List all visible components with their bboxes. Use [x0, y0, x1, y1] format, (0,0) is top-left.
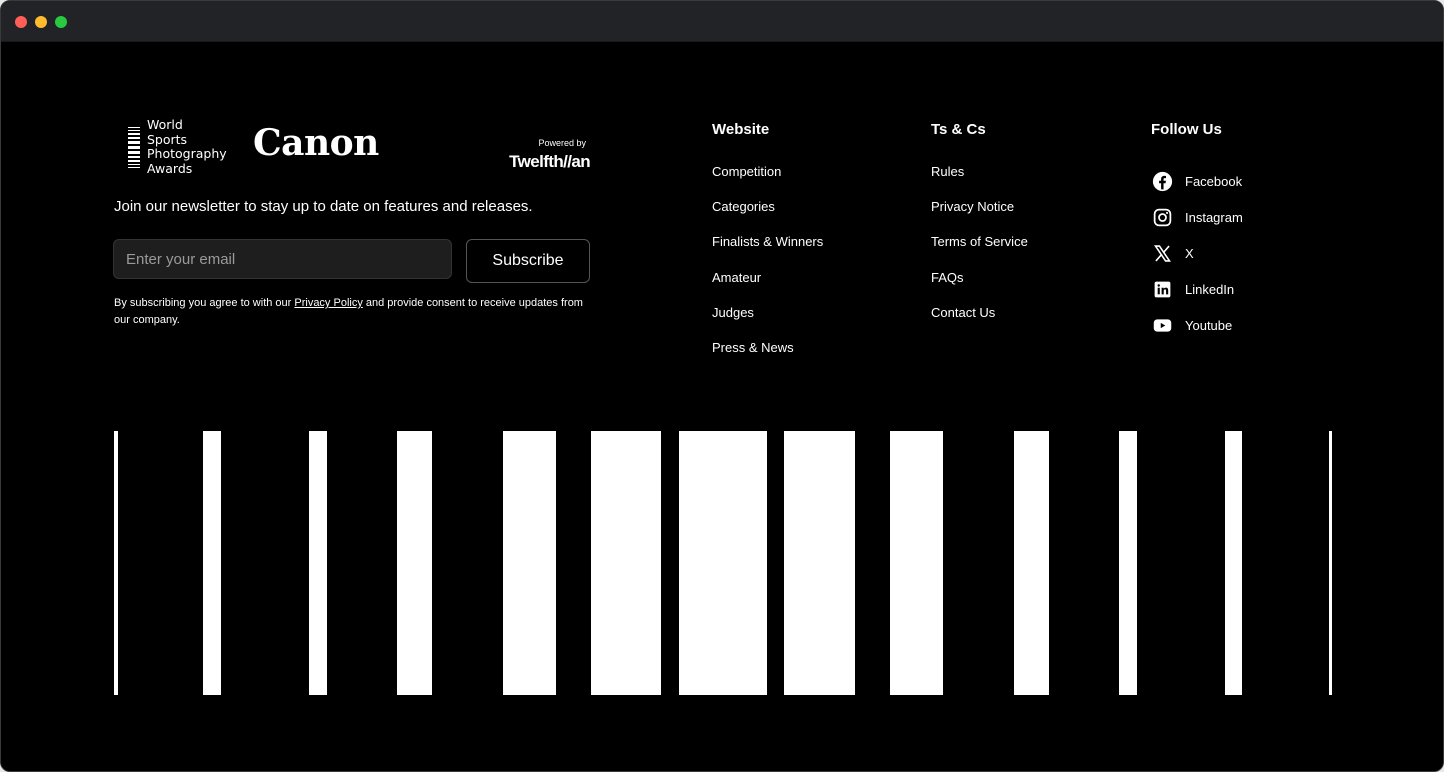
barcode-bar — [114, 431, 118, 695]
barcode-bar — [784, 431, 855, 695]
social-link-instagram[interactable]: Instagram — [1151, 198, 1243, 236]
website-heading: Website — [712, 121, 770, 138]
barcode-bar — [503, 431, 556, 695]
ts-cs-column: Ts & Cs Rules Privacy Notice Terms of Se… — [931, 121, 1028, 340]
barcode-bar — [1119, 431, 1137, 695]
social-link-facebook[interactable]: Facebook — [1151, 162, 1243, 200]
footer-link-privacy-notice[interactable]: Privacy Notice — [931, 199, 1028, 234]
instagram-icon — [1151, 206, 1173, 228]
social-label: X — [1185, 245, 1194, 261]
barcode-bar — [679, 431, 767, 695]
minimize-window-button[interactable] — [35, 16, 47, 28]
social-label: Facebook — [1185, 173, 1243, 189]
barcode-bar — [1225, 431, 1242, 695]
barcode-bar — [1014, 431, 1049, 695]
footer-link-terms-of-service[interactable]: Terms of Service — [931, 234, 1028, 269]
footer-link-contact-us[interactable]: Contact Us — [931, 305, 1028, 340]
website-column: Website Competition Categories Finalists… — [712, 121, 823, 375]
wspa-logo-text: World Sports Photography Awards — [147, 117, 227, 176]
barcode-bar — [397, 431, 432, 695]
footer-link-competition[interactable]: Competition — [712, 164, 823, 199]
powered-by-logo[interactable]: Powered by Twelfth//an — [491, 138, 591, 172]
social-label: Youtube — [1185, 317, 1233, 333]
canon-logo[interactable]: Canon — [253, 122, 379, 164]
wspa-line: Awards — [147, 160, 193, 176]
social-label: Instagram — [1185, 209, 1243, 225]
footer-link-amateur[interactable]: Amateur — [712, 270, 823, 305]
browser-window: World Sports Photography Awards Canon Po… — [0, 0, 1444, 772]
barcode-graphic — [1, 431, 1443, 695]
follow-us-column: Follow Us Facebook Instagram X LinkedIn … — [1151, 121, 1243, 344]
world-sports-photography-awards-logo[interactable]: World Sports Photography Awards — [128, 117, 227, 176]
barcode-bar — [309, 431, 327, 695]
privacy-policy-link[interactable]: Privacy Policy — [294, 297, 362, 309]
wspa-line: Sports — [147, 131, 188, 147]
consent-before: By subscribing you agree to with our — [114, 297, 295, 309]
footer-link-rules[interactable]: Rules — [931, 164, 1028, 199]
barcode-bar — [591, 431, 661, 695]
social-label: LinkedIn — [1185, 281, 1235, 297]
social-link-linkedin[interactable]: LinkedIn — [1151, 270, 1243, 308]
footer-link-faqs[interactable]: FAQs — [931, 270, 1028, 305]
x-icon — [1151, 242, 1173, 264]
wspa-line: World — [147, 117, 183, 132]
newsletter-text: Join our newsletter to stay up to date o… — [114, 198, 533, 215]
ts-cs-heading: Ts & Cs — [931, 121, 986, 138]
email-input[interactable] — [113, 239, 452, 279]
footer-link-press-news[interactable]: Press & News — [712, 340, 823, 375]
window-titlebar — [1, 1, 1443, 42]
close-window-button[interactable] — [15, 16, 27, 28]
wspa-line: Photography — [147, 146, 227, 161]
footer-link-judges[interactable]: Judges — [712, 305, 823, 340]
footer-link-finalists-winners[interactable]: Finalists & Winners — [712, 234, 823, 269]
social-link-youtube[interactable]: Youtube — [1151, 306, 1243, 344]
social-link-x[interactable]: X — [1151, 234, 1243, 272]
barcode-bar — [890, 431, 943, 695]
follow-us-heading: Follow Us — [1151, 121, 1222, 138]
barcode-bar — [203, 431, 221, 695]
youtube-icon — [1151, 314, 1173, 336]
subscribe-button[interactable]: Subscribe — [466, 239, 590, 283]
consent-text: By subscribing you agree to with our Pri… — [114, 295, 594, 329]
barcode-bar — [1329, 431, 1332, 695]
footer-link-categories[interactable]: Categories — [712, 199, 823, 234]
footer: World Sports Photography Awards Canon Po… — [1, 42, 1443, 771]
facebook-icon — [1151, 170, 1173, 192]
twelfthman-logo: Twelfth//an — [509, 152, 591, 171]
maximize-window-button[interactable] — [55, 16, 67, 28]
linkedin-icon — [1151, 278, 1173, 300]
wspa-bars-icon — [128, 126, 140, 168]
powered-by-label: Powered by — [538, 138, 586, 148]
